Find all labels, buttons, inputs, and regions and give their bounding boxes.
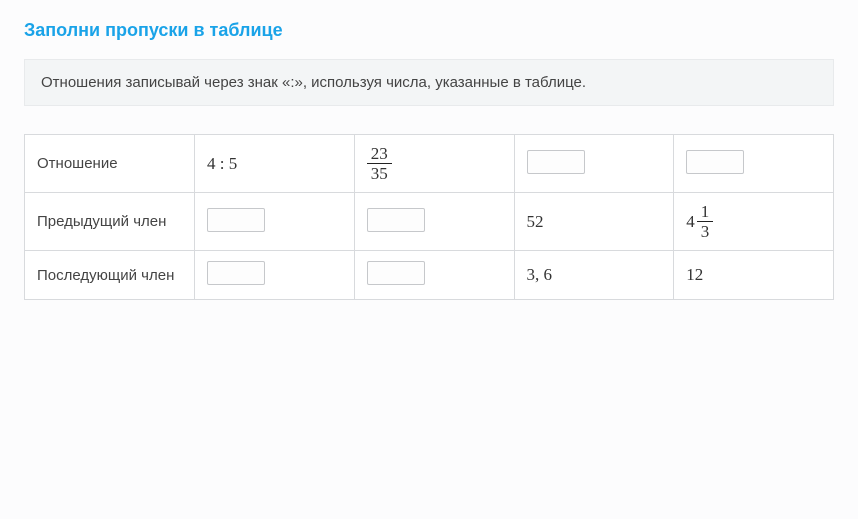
- ratio-4-input[interactable]: [686, 150, 744, 174]
- row-consequent-label: Последующий член: [25, 251, 195, 300]
- ratio-2-fraction: 23 35: [367, 145, 392, 182]
- cell-consequent-3: 3, 6: [514, 251, 674, 300]
- cell-ratio-2: 23 35: [354, 135, 514, 193]
- cell-antecedent-4: 4 1 3: [674, 193, 834, 251]
- consequent-2-input[interactable]: [367, 261, 425, 285]
- antecedent-1-input[interactable]: [207, 208, 265, 232]
- cell-antecedent-3: 52: [514, 193, 674, 251]
- antecedent-4-value: 4 1 3: [686, 203, 713, 240]
- consequent-4-value: 12: [686, 265, 703, 284]
- cell-antecedent-1: [195, 193, 355, 251]
- instruction-box: Отношения записывай через знак «:», испо…: [24, 59, 834, 106]
- consequent-3-value: 3, 6: [527, 265, 553, 284]
- antecedent-3-value: 52: [527, 212, 544, 231]
- antecedent-2-input[interactable]: [367, 208, 425, 232]
- row-ratio: Отношение 4 : 5 23 35: [25, 135, 834, 193]
- page-title: Заполни пропуски в таблице: [24, 20, 834, 41]
- row-antecedent-label: Предыдущий член: [25, 193, 195, 251]
- ratio-3-input[interactable]: [527, 150, 585, 174]
- exercise-table: Отношение 4 : 5 23 35 Предыдущий член 52: [24, 134, 834, 300]
- cell-antecedent-2: [354, 193, 514, 251]
- cell-consequent-2: [354, 251, 514, 300]
- cell-ratio-4: [674, 135, 834, 193]
- row-antecedent: Предыдущий член 52 4 1 3: [25, 193, 834, 251]
- row-consequent: Последующий член 3, 6 12: [25, 251, 834, 300]
- cell-consequent-1: [195, 251, 355, 300]
- cell-consequent-4: 12: [674, 251, 834, 300]
- consequent-1-input[interactable]: [207, 261, 265, 285]
- ratio-1-value: 4 : 5: [207, 154, 237, 173]
- cell-ratio-3: [514, 135, 674, 193]
- cell-ratio-1: 4 : 5: [195, 135, 355, 193]
- row-ratio-label: Отношение: [25, 135, 195, 193]
